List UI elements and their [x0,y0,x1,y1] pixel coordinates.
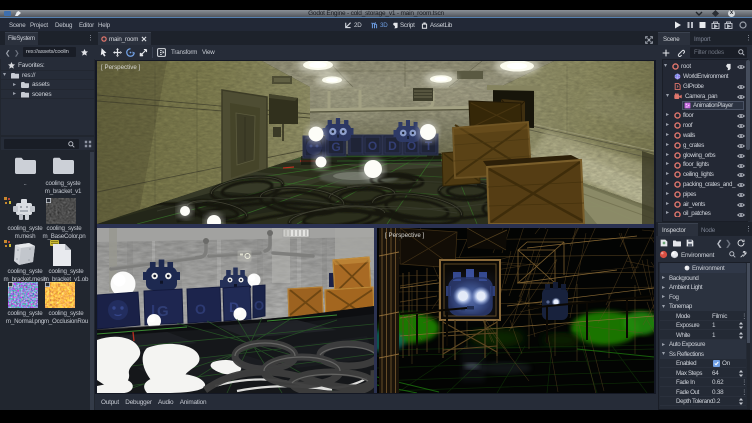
svg-text:[ Perspective ]: [ Perspective ] [101,64,140,71]
svg-text:O: O [195,301,206,317]
svg-text:[ Perspective ]: [ Perspective ] [385,232,424,239]
svg-text:D: D [388,139,397,153]
svg-text:O: O [254,298,264,313]
svg-text:G: G [331,140,340,154]
svg-text:O: O [368,139,377,153]
